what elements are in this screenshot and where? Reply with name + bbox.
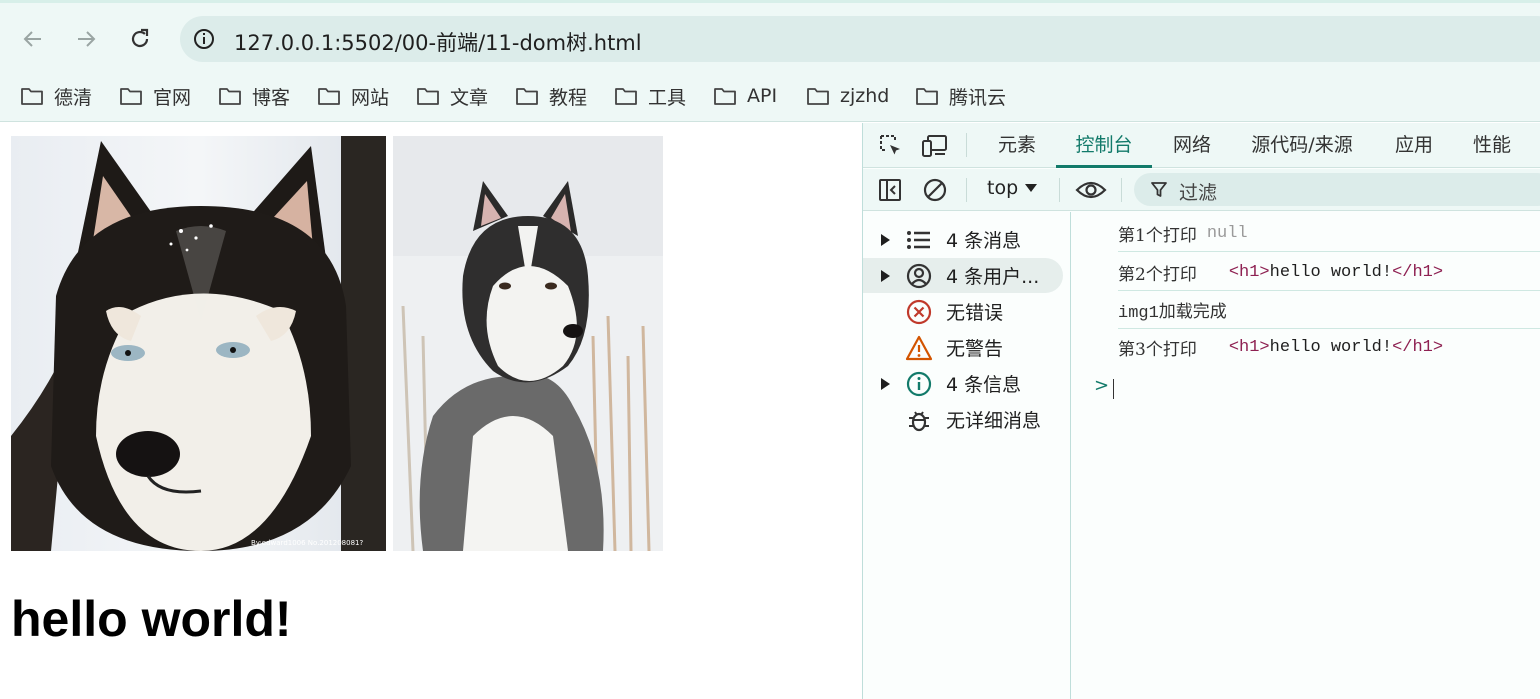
sidebar-item-user-messages[interactable]: 4 条用户... <box>863 258 1063 293</box>
console-input-cursor[interactable] <box>1113 379 1114 399</box>
url-text[interactable]: 127.0.0.1:5502/00-前端/11-dom树.html <box>234 27 642 57</box>
tab-application[interactable]: 应用 <box>1381 123 1447 168</box>
live-expression-eye-icon[interactable] <box>1075 176 1107 204</box>
user-icon <box>905 262 933 290</box>
tab-console[interactable]: 控制台 <box>1056 123 1152 168</box>
sidebar-item-label: 4 条用户... <box>946 266 1040 288</box>
folder-icon <box>21 88 43 105</box>
devtools-tabbar: 元素 控制台 网络 源代码/来源 应用 性能 <box>863 123 1540 168</box>
console-output: 第1个打印 null 第2个打印 <h1>hello world!</h1> i… <box>1072 212 1540 699</box>
console-message[interactable]: 第3个打印 <h1>hello world!</h1> <box>1118 329 1540 366</box>
sidebar-item-warnings[interactable]: 无警告 <box>863 330 1063 365</box>
reload-button[interactable] <box>124 23 156 55</box>
sidebar-item-errors[interactable]: 无错误 <box>863 294 1063 329</box>
bookmark-folder[interactable]: 博客 <box>218 80 290 112</box>
arrow-right-icon <box>78 31 96 47</box>
watermark-text: By:edward1006 No.201208081? <box>251 539 364 547</box>
separator <box>966 133 967 157</box>
console-sidebar: 4 条消息 4 条用户... 无错误 无警告 4 条信息 无详细消息 <box>863 212 1071 699</box>
filter-icon <box>1151 182 1167 197</box>
bookmarks-bar: 德清 官网 博客 网站 文章 教程 工具 API zjzhd 腾讯云 <box>0 72 1540 122</box>
page-heading: hello world! <box>11 591 292 647</box>
separator <box>966 178 967 202</box>
bookmark-folder[interactable]: 官网 <box>119 80 191 112</box>
separator <box>1121 178 1122 202</box>
console-message[interactable]: 第1个打印 null <box>1118 215 1540 252</box>
filter-input[interactable]: 过滤 <box>1134 173 1540 206</box>
console-toolbar: top 过滤 <box>863 169 1540 211</box>
bug-icon <box>905 406 933 434</box>
device-toolbar-icon[interactable] <box>921 132 949 160</box>
list-icon <box>905 226 933 254</box>
sidebar-item-messages[interactable]: 4 条消息 <box>863 222 1063 257</box>
warning-icon <box>905 334 933 362</box>
site-info-icon[interactable] <box>190 25 218 53</box>
forward-button[interactable] <box>70 23 102 55</box>
html-element-node[interactable]: <h1>hello world!</h1> <box>1229 338 1443 357</box>
husky-face-image: By:edward1006 No.201208081? <box>11 136 386 551</box>
context-label: top <box>987 177 1019 199</box>
folder-icon <box>219 88 241 105</box>
sidebar-item-label: 无错误 <box>946 302 1004 324</box>
console-message[interactable]: 第2个打印 <h1>hello world!</h1> <box>1118 254 1540 291</box>
folder-icon <box>615 88 637 105</box>
sidebar-item-label: 4 条信息 <box>946 374 1022 396</box>
null-value: null <box>1206 223 1248 243</box>
folder-icon <box>318 88 340 105</box>
bookmark-folder[interactable]: 腾讯云 <box>915 80 1006 112</box>
info-icon <box>905 370 933 398</box>
bookmark-folder[interactable]: zjzhd <box>806 80 889 112</box>
folder-icon <box>807 88 829 105</box>
separator <box>1059 178 1060 202</box>
devtools-panel: 元素 控制台 网络 源代码/来源 应用 性能 top 过滤 4 条消息 4 条用… <box>862 123 1540 699</box>
tab-network[interactable]: 网络 <box>1158 123 1226 168</box>
context-selector[interactable]: top <box>987 177 1038 199</box>
sidebar-item-verbose[interactable]: 无详细消息 <box>863 402 1063 437</box>
console-message[interactable]: img1加载完成 <box>1118 292 1540 329</box>
folder-icon <box>417 88 439 105</box>
sidebar-item-label: 无详细消息 <box>946 410 1042 432</box>
html-element-node[interactable]: <h1>hello world!</h1> <box>1229 263 1443 282</box>
sidebar-toggle-icon[interactable] <box>876 176 904 204</box>
folder-icon <box>916 88 938 105</box>
sidebar-item-label: 4 条消息 <box>946 230 1022 252</box>
bookmark-folder[interactable]: 教程 <box>515 80 587 112</box>
inspect-element-icon[interactable] <box>877 132 905 160</box>
expand-caret-icon[interactable] <box>881 377 890 390</box>
filter-placeholder: 过滤 <box>1179 182 1218 204</box>
clear-console-icon[interactable] <box>921 176 949 204</box>
browser-toolbar: 127.0.0.1:5502/00-前端/11-dom树.html <box>0 0 1540 72</box>
page-viewport: By:edward1006 No.201208081? hello world! <box>0 123 862 699</box>
caret-down-icon <box>1025 184 1038 192</box>
bookmark-folder[interactable]: 工具 <box>614 80 686 112</box>
bookmark-folder[interactable]: 文章 <box>416 80 488 112</box>
error-icon <box>905 298 933 326</box>
folder-icon <box>516 88 538 105</box>
folder-icon <box>714 88 736 105</box>
expand-caret-icon[interactable] <box>881 269 890 282</box>
tab-performance[interactable]: 性能 <box>1459 123 1525 168</box>
expand-caret-icon[interactable] <box>881 233 890 246</box>
bookmark-folder[interactable]: 网站 <box>317 80 389 112</box>
back-button[interactable] <box>17 23 49 55</box>
reload-icon <box>131 28 149 48</box>
folder-icon <box>120 88 142 105</box>
console-prompt-icon: > <box>1094 375 1110 396</box>
arrow-left-icon <box>23 31 41 47</box>
sidebar-item-info[interactable]: 4 条信息 <box>863 366 1063 401</box>
sidebar-item-label: 无警告 <box>946 338 1004 360</box>
husky-sitting-image <box>393 136 663 551</box>
tab-sources[interactable]: 源代码/来源 <box>1241 123 1363 168</box>
tab-elements[interactable]: 元素 <box>983 123 1051 168</box>
bookmark-folder[interactable]: 德清 <box>20 80 92 112</box>
address-bar[interactable]: 127.0.0.1:5502/00-前端/11-dom树.html <box>180 16 1540 62</box>
bookmark-folder[interactable]: API <box>713 80 777 112</box>
